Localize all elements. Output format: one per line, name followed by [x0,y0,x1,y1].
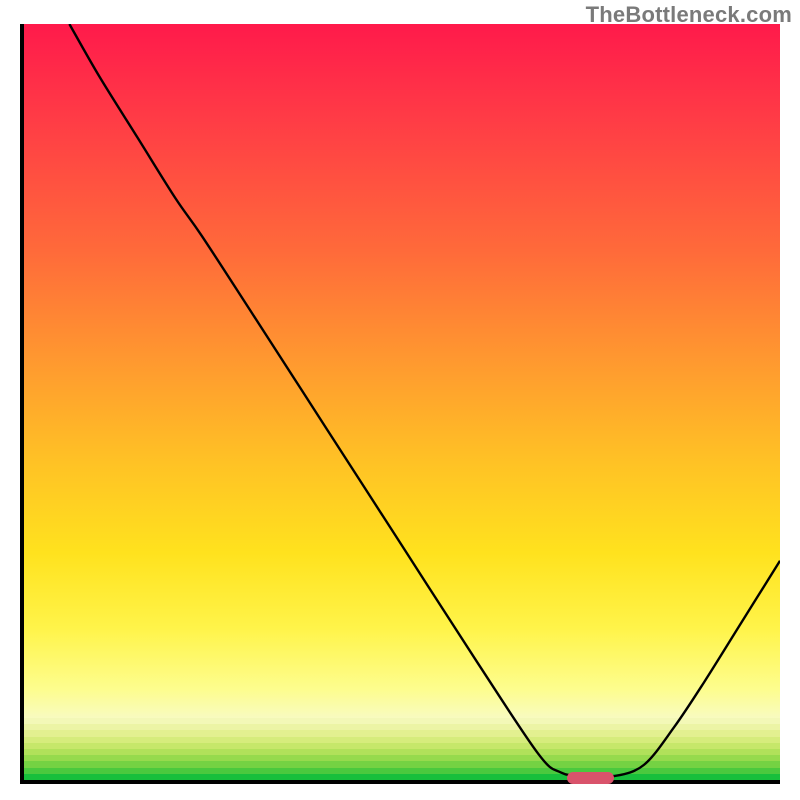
chart-canvas: TheBottleneck.com [0,0,800,800]
background-bands [24,718,780,780]
background-gradient [24,24,780,780]
plot-area [20,24,780,784]
